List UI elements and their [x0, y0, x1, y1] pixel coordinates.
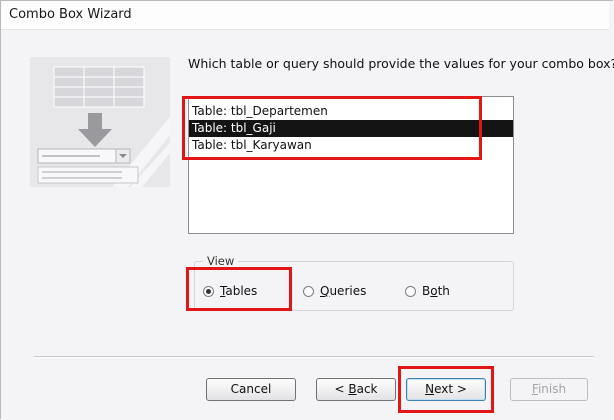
radio-icon [303, 285, 314, 297]
view-legend: View [203, 254, 239, 268]
window-title: Combo Box Wizard [9, 7, 132, 22]
radio-both-label: Both [422, 284, 450, 298]
wizard-illustration-icon [30, 57, 170, 187]
divider [34, 356, 594, 358]
cancel-button[interactable]: Cancel [206, 378, 296, 401]
finish-button[interactable]: Finish [510, 378, 588, 401]
radio-queries-label: Queries [320, 284, 367, 298]
radio-queries[interactable]: Queries [303, 284, 366, 298]
annotation-highlight-tables [186, 267, 292, 311]
radio-both[interactable]: Both [405, 284, 450, 298]
wizard-prompt: Which table or query should provide the … [188, 56, 614, 71]
title-bar: Combo Box Wizard [1, 1, 609, 30]
annotation-highlight-list [182, 96, 482, 160]
radio-icon [405, 285, 416, 297]
annotation-highlight-next [398, 366, 494, 413]
back-button[interactable]: < Back [316, 378, 396, 401]
